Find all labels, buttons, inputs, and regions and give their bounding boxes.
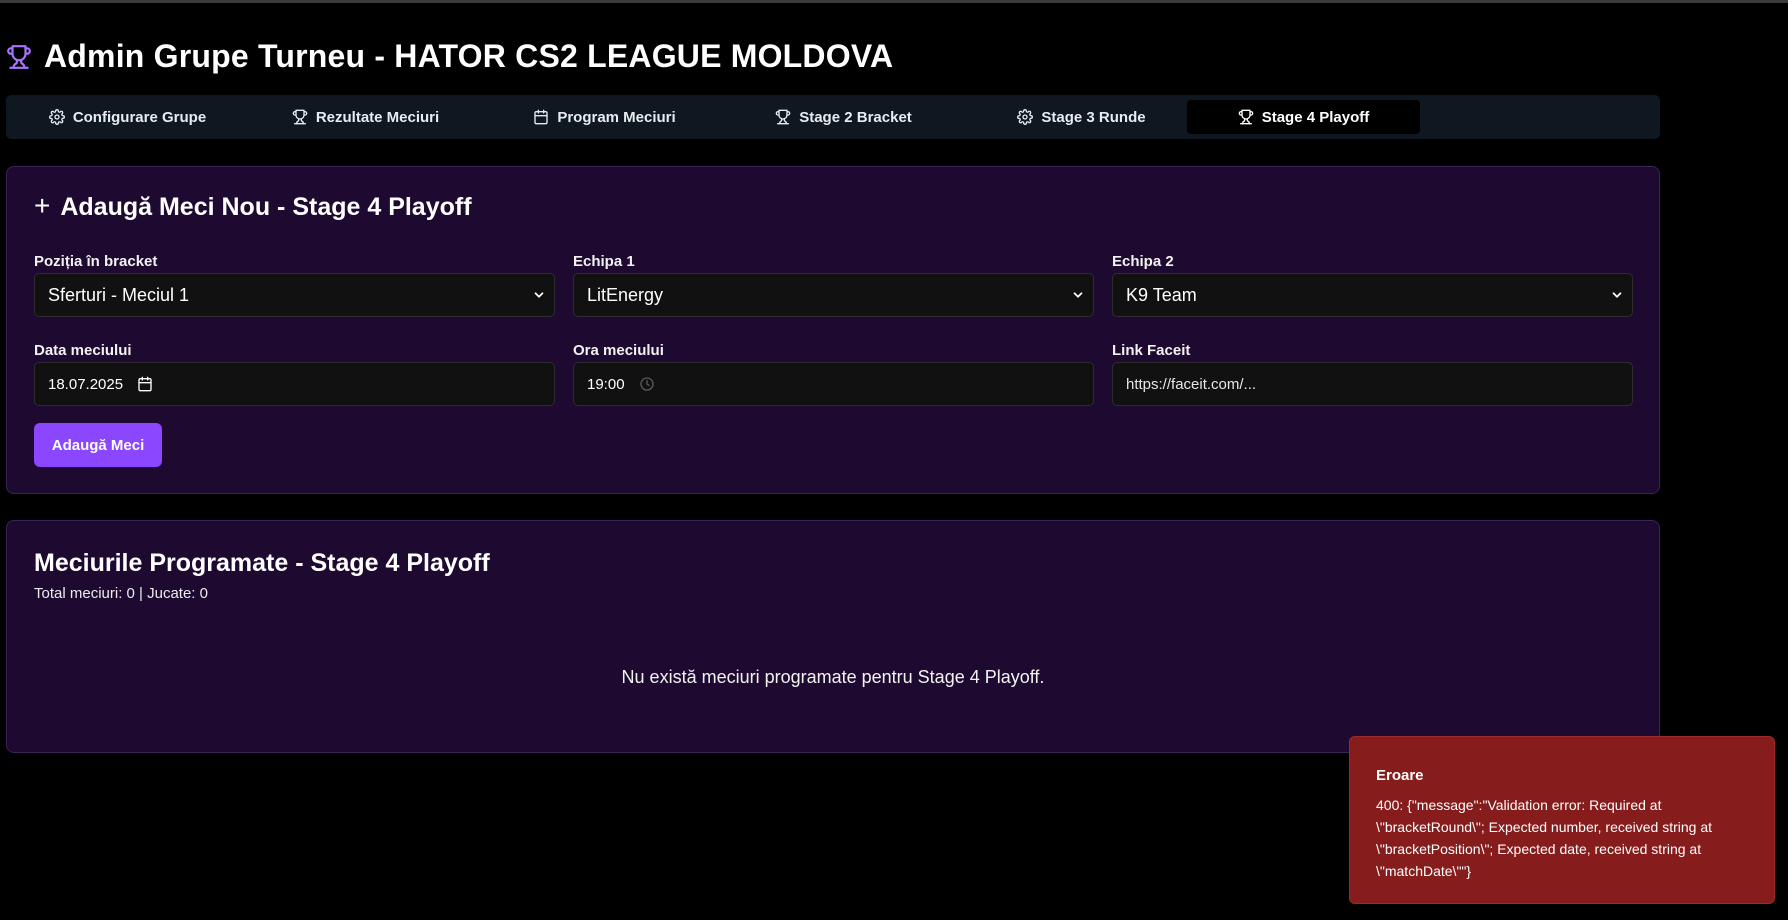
tab-stage-4-playoff[interactable]: Stage 4 Playoff [1187, 100, 1420, 134]
tab-configurare-grupe[interactable]: Configurare Grupe [11, 100, 244, 134]
scheduled-matches-card: Meciurile Programate - Stage 4 Playoff T… [6, 520, 1660, 753]
trophy-icon [1238, 109, 1253, 125]
tab-label: Stage 2 Bracket [799, 108, 912, 126]
tab-bar: Configurare Grupe Rezultate Meciuri Prog… [6, 95, 1660, 139]
window-top-border [0, 0, 1788, 3]
tab-label: Stage 3 Runde [1041, 108, 1146, 126]
tab-stage-2-bracket[interactable]: Stage 2 Bracket [727, 100, 960, 134]
team2-label: Echipa 2 [1112, 253, 1174, 270]
faceit-link-input[interactable]: https://faceit.com/... [1112, 362, 1633, 406]
add-match-card: + Adaugă Meci Nou - Stage 4 Playoff Pozi… [6, 166, 1660, 494]
faceit-link-label: Link Faceit [1112, 342, 1191, 359]
trophy-icon [292, 109, 308, 125]
faceit-link-placeholder: https://faceit.com/... [1126, 375, 1257, 393]
matches-summary: Total meciuri: 0 | Jucate: 0 [34, 585, 208, 602]
calendar-icon[interactable] [137, 376, 153, 392]
add-match-title: + Adaugă Meci Nou - Stage 4 Playoff [34, 190, 472, 222]
bracket-position-select[interactable]: Sferturi - Meciul 1 [34, 273, 555, 317]
page-title: Admin Grupe Turneu - HATOR CS2 LEAGUE MO… [6, 38, 893, 75]
gear-icon [48, 109, 65, 125]
tab-label: Program Meciuri [557, 108, 676, 126]
team1-select[interactable]: LitEnergy [573, 273, 1094, 317]
match-date-label: Data meciului [34, 342, 132, 359]
bracket-position-label: Poziția în bracket [34, 253, 158, 270]
clock-icon[interactable] [639, 376, 655, 392]
chevron-down-icon [1612, 292, 1622, 298]
team1-label: Echipa 1 [573, 253, 635, 270]
bracket-position-value: Sferturi - Meciul 1 [48, 284, 190, 305]
tab-program-meciuri[interactable]: Program Meciuri [488, 100, 721, 134]
match-time-input[interactable]: 19:00 [573, 362, 1094, 406]
error-toast[interactable]: Eroare 400: {"message":"Validation error… [1349, 736, 1775, 904]
chevron-down-icon [534, 292, 544, 298]
page-title-text: Admin Grupe Turneu - HATOR CS2 LEAGUE MO… [44, 38, 894, 74]
scheduled-matches-title: Meciurile Programate - Stage 4 Playoff [34, 549, 490, 577]
empty-state-message: Nu există meciuri programate pentru Stag… [621, 667, 1045, 687]
team2-select[interactable]: K9 Team [1112, 273, 1633, 317]
toast-title: Eroare [1376, 767, 1424, 784]
tab-label: Stage 4 Playoff [1261, 108, 1370, 126]
team1-value: LitEnergy [587, 284, 664, 305]
match-time-value: 19:00 [587, 375, 625, 393]
match-date-input[interactable]: 18.07.2025 [34, 362, 555, 406]
match-date-value: 18.07.2025 [48, 375, 124, 393]
match-time-label: Ora meciului [573, 342, 664, 359]
tab-label: Rezultate Meciuri [315, 108, 440, 126]
calendar-icon [534, 109, 548, 125]
gear-icon [1017, 109, 1034, 125]
team2-value: K9 Team [1126, 284, 1197, 305]
add-match-title-text: Adaugă Meci Nou - Stage 4 Playoff [60, 193, 472, 221]
trophy-icon [6, 44, 32, 70]
tab-rezultate-meciuri[interactable]: Rezultate Meciuri [249, 100, 482, 134]
tab-label: Configurare Grupe [72, 108, 207, 126]
toast-message: 400: {"message":"Validation error: Requi… [1376, 797, 1713, 879]
plus-icon: + [34, 190, 51, 221]
chevron-down-icon [1073, 292, 1083, 298]
trophy-icon [775, 109, 791, 125]
tab-stage-3-runde[interactable]: Stage 3 Runde [965, 100, 1198, 134]
add-match-button[interactable]: Adaugă Meci [34, 423, 162, 467]
